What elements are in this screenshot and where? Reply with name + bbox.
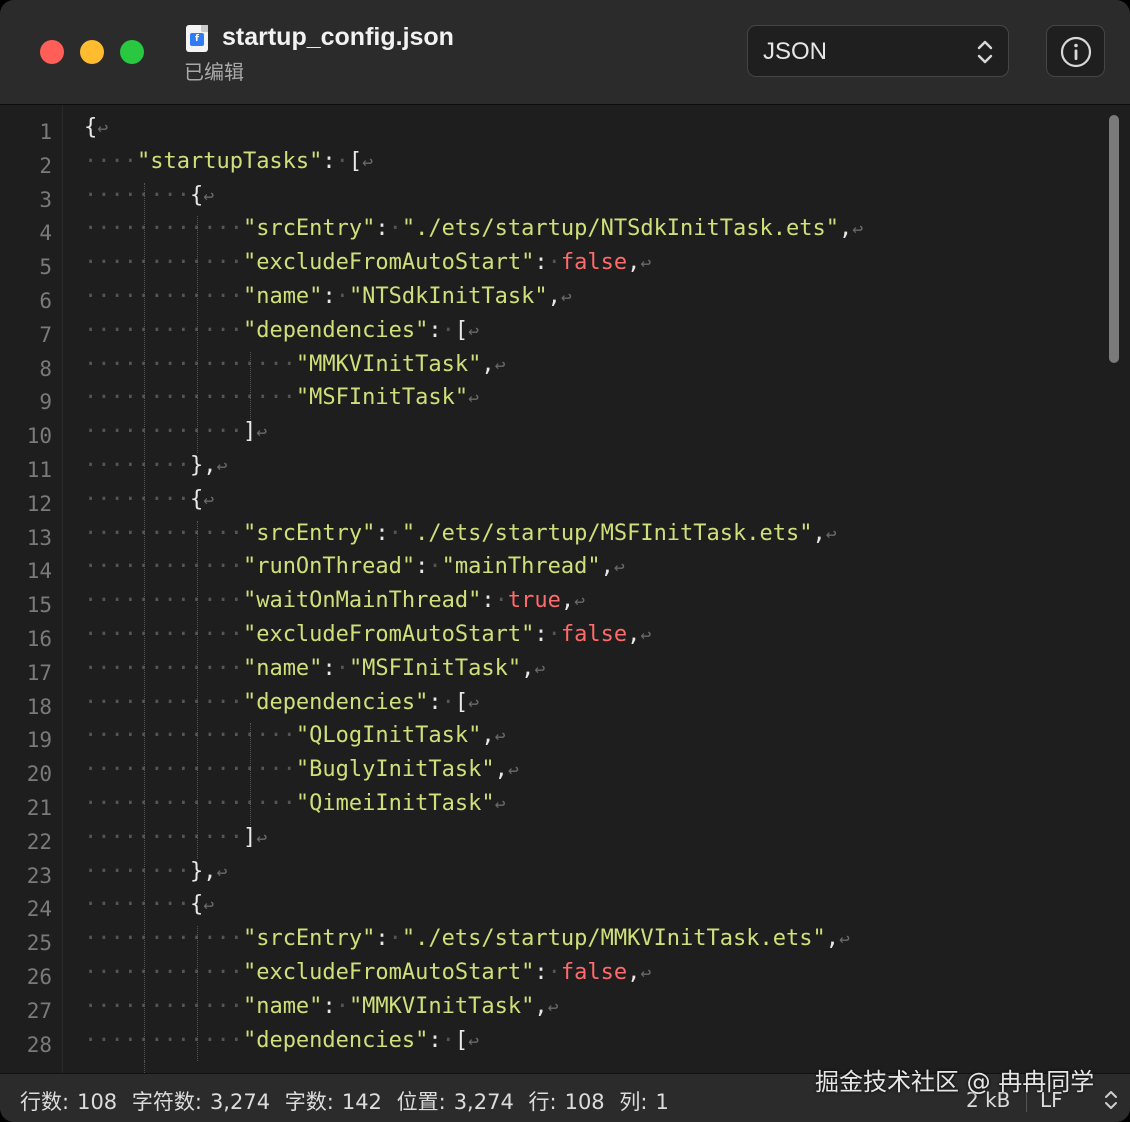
line-number: 15 xyxy=(26,593,52,618)
code-line[interactable]: ············"excludeFromAutoStart":·fals… xyxy=(84,960,651,994)
indent-guide xyxy=(197,926,198,1062)
code-line[interactable]: ············"name":·"NTSdkInitTask",↩ xyxy=(84,284,572,318)
title-bar: f startup_config.json 已编辑 JSON xyxy=(0,0,1130,105)
word-count-value: 142 xyxy=(341,1090,382,1114)
line-number: 6 xyxy=(39,289,52,313)
language-selector[interactable]: JSON xyxy=(747,25,1009,77)
code-line[interactable]: ············"srcEntry":·"./ets/startup/N… xyxy=(84,216,863,250)
code-line[interactable]: ············"name":·"MMKVInitTask",↩ xyxy=(84,994,558,1028)
chevron-up-down-icon xyxy=(977,40,993,64)
document-stats: 行数: 108 字符数: 3,274 字数: 142 位置: 3,274 行: 108 列… xyxy=(20,1086,677,1116)
scrollbar-thumb[interactable] xyxy=(1109,115,1119,363)
code-editor[interactable]: 1 2 3 4 5 6 7 8 9 10 11 12 13 14 15 16 17 18 19 20 21 22 23 24 2… xyxy=(0,105,1130,1073)
column-label: 列: xyxy=(619,1090,648,1114)
watermark: 掘金技术社区 @ 冉冉同学 xyxy=(815,1068,1095,1096)
line-count-value: 108 xyxy=(77,1090,118,1114)
code-line[interactable]: ············"excludeFromAutoStart":·fals… xyxy=(84,250,651,284)
code-line[interactable]: ············"name":·"MSFInitTask",↩ xyxy=(84,656,545,690)
line-number: 14 xyxy=(26,559,52,584)
position-value: 3,274 xyxy=(453,1090,514,1114)
line-number: 12 xyxy=(26,491,52,516)
zoom-window-button[interactable] xyxy=(120,40,144,64)
indent-guide xyxy=(250,351,251,420)
line-number: 8 xyxy=(39,356,52,381)
line-number-gutter: 1 2 3 4 5 6 7 8 9 10 11 12 13 14 15 16 17 18 19 20 21 22 23 24 2… xyxy=(0,105,63,1073)
line-number: 21 xyxy=(26,796,52,820)
position-label: 位置: xyxy=(396,1090,446,1114)
indent-guide xyxy=(144,1061,145,1073)
vertical-scrollbar[interactable] xyxy=(1106,111,1122,1066)
code-line[interactable]: ············"runOnThread":·"mainThread",… xyxy=(84,554,625,588)
line-number: 1 xyxy=(39,120,52,144)
row-value: 108 xyxy=(564,1090,605,1114)
window-title[interactable]: startup_config.json xyxy=(222,23,454,52)
line-number: 11 xyxy=(26,458,52,482)
info-button[interactable] xyxy=(1046,25,1105,77)
code-line[interactable]: ········},↩ xyxy=(84,859,227,893)
code-line[interactable]: ················"MMKVInitTask",↩ xyxy=(84,352,505,386)
code-line[interactable]: ················"BuglyInitTask",↩ xyxy=(84,757,519,791)
char-count-label: 字符数: xyxy=(131,1090,202,1114)
line-count-label: 行数: xyxy=(20,1090,70,1114)
edited-status: 已编辑 xyxy=(184,60,244,84)
code-line[interactable]: ············"waitOnMainThread":·true,↩ xyxy=(84,588,585,622)
language-label: JSON xyxy=(763,38,828,65)
code-line[interactable]: ············"excludeFromAutoStart":·fals… xyxy=(84,622,651,656)
indent-guide xyxy=(197,216,198,453)
code-line[interactable]: {↩ xyxy=(84,115,108,149)
line-number: 3 xyxy=(39,187,52,212)
line-number: 16 xyxy=(26,627,52,651)
line-number: 10 xyxy=(26,424,52,449)
minimize-window-button[interactable] xyxy=(80,40,104,64)
close-window-button[interactable] xyxy=(40,40,64,64)
code-line[interactable]: ················"QimeiInitTask"↩ xyxy=(84,791,505,825)
line-number: 5 xyxy=(39,255,52,280)
line-number: 18 xyxy=(26,694,52,719)
code-area[interactable]: {↩ ····"startupTasks":·[↩ ········{↩ ······… xyxy=(84,105,1094,1073)
line-number: 28 xyxy=(26,1032,52,1057)
line-number: 4 xyxy=(39,221,52,246)
code-line[interactable]: ············]↩ xyxy=(84,419,267,453)
editor-window: f startup_config.json 已编辑 JSON 123456789… xyxy=(0,0,1130,1122)
line-number: 2 xyxy=(39,153,52,178)
line-number: 27 xyxy=(26,998,52,1023)
line-number: 24 xyxy=(26,897,52,922)
char-count-value: 3,274 xyxy=(209,1090,271,1114)
info-icon xyxy=(1060,36,1092,68)
line-number: 20 xyxy=(26,762,52,787)
code-line[interactable]: ········},↩ xyxy=(84,453,227,487)
code-line[interactable]: ············"srcEntry":·"./ets/startup/M… xyxy=(84,926,850,960)
column-value: 1 xyxy=(655,1090,669,1114)
code-line[interactable]: ················"QLogInitTask",↩ xyxy=(84,723,505,757)
line-number: 13 xyxy=(26,525,52,550)
code-line[interactable]: ····"startupTasks":·[↩ xyxy=(84,149,373,183)
indent-guide xyxy=(144,182,145,1062)
line-number: 23 xyxy=(26,863,52,888)
line-number: 7 xyxy=(39,322,52,347)
line-number: 19 xyxy=(26,728,52,753)
code-line[interactable]: ········{↩ xyxy=(84,892,214,926)
row-label: 行: xyxy=(528,1090,557,1114)
line-number: 17 xyxy=(26,660,52,685)
indent-guide xyxy=(250,723,251,825)
indent-guide xyxy=(197,520,198,859)
line-number: 26 xyxy=(26,965,52,989)
document-icon: f xyxy=(186,25,208,52)
line-number: 9 xyxy=(39,390,52,415)
chevron-up-down-icon[interactable] xyxy=(1104,1089,1118,1111)
code-line[interactable]: ········{↩ xyxy=(84,487,214,521)
line-number: 22 xyxy=(26,829,52,854)
word-count-label: 字数: xyxy=(284,1090,334,1114)
code-line[interactable]: ········{↩ xyxy=(84,183,214,217)
line-number: 25 xyxy=(26,931,52,956)
code-line[interactable]: ············]↩ xyxy=(84,825,267,859)
